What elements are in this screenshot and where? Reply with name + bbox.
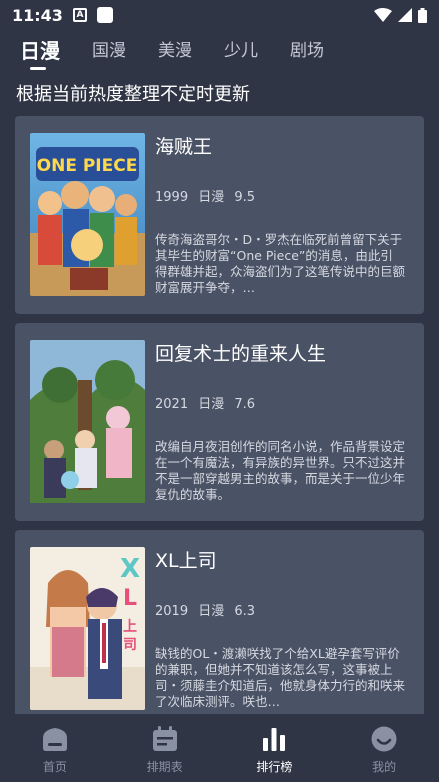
wifi-icon [374,8,392,22]
svg-text:上: 上 [123,619,137,635]
anime-description: 缺钱的OL・渡濑咲找了个给XL避孕套写评价的兼职，但她并不知道该怎么写，这事被上… [155,646,405,709]
anime-poster: ONE PIECE [30,133,145,296]
svg-text:司: 司 [123,637,137,653]
status-time: 11:43 [12,5,63,25]
anime-description: 传奇海盗哥尔・D・罗杰在临死前曾留下关于其毕生的财富“One Piece”的消息… [155,232,405,295]
ranking-list: ONE PIECE 海贼王 1999 日漫 9.5 传奇海盗哥尔・D・罗杰在临死… [15,116,424,714]
anime-region: 日漫 [198,190,225,205]
nav-schedule[interactable]: 排期表 [110,714,220,782]
status-bar: 11:43 A [0,0,439,30]
ranking-icon [263,728,286,751]
category-tabs: 日漫 国漫 美漫 少儿 剧场 [0,36,439,76]
svg-text:X: X [120,554,140,584]
anime-poster [30,340,145,503]
notification-a-icon: A [72,8,87,22]
nav-schedule-label: 排期表 [146,760,183,774]
profile-icon [371,726,397,752]
poster-logo: ONE PIECE [37,156,138,176]
signal-icon [398,8,412,22]
anime-title: 回复术士的重来人生 [155,343,327,365]
anime-year: 2021 [155,397,189,412]
calendar-icon [152,726,177,751]
anime-score: 6.3 [234,604,256,619]
anime-title: 海贼王 [155,136,213,158]
anime-card[interactable]: X L 上 司 XL上司 2019 日漫 6.3 缺钱的OL・渡濑咲找了个给XL… [15,530,424,714]
anime-poster: X L 上 司 [30,547,145,710]
nav-home[interactable]: 首页 [0,714,110,782]
poster-image: X L 上 司 [30,547,145,710]
tab-theater[interactable]: 剧场 [290,36,324,72]
nav-home-label: 首页 [42,760,67,774]
nav-ranking-label: 排行榜 [256,760,293,774]
anime-card[interactable]: 回复术士的重来人生 2021 日漫 7.6 改编自月夜泪创作的同名小说，作品背景… [15,323,424,521]
anime-year: 1999 [155,190,189,205]
anime-meta: 1999 日漫 9.5 [155,186,255,205]
poster-image [30,340,145,503]
anime-year: 2019 [155,604,189,619]
anime-region: 日漫 [198,604,225,619]
anime-meta: 2019 日漫 6.3 [155,600,255,619]
anime-meta: 2021 日漫 7.6 [155,393,255,412]
battery-icon [418,7,427,23]
tab-japanese-anime[interactable]: 日漫 [20,36,60,72]
anime-score: 9.5 [234,190,256,205]
status-indicators [374,7,427,23]
anime-card[interactable]: ONE PIECE 海贼王 1999 日漫 9.5 传奇海盗哥尔・D・罗杰在临死… [15,116,424,314]
poster-image: ONE PIECE [30,133,145,296]
tab-kids[interactable]: 少儿 [224,36,258,72]
anime-score: 7.6 [234,397,256,412]
anime-title: XL上司 [155,550,217,572]
app-root: 11:43 A 日漫 国漫 美漫 少儿 剧场 根据当前热度整理不定时更新 ONE… [0,0,439,782]
nav-profile[interactable]: 我的 [329,714,439,782]
bottom-navigation: 首页 排期表 排行榜 我的 [0,714,439,782]
anime-region: 日漫 [198,397,225,412]
tab-chinese-anime[interactable]: 国漫 [92,36,126,72]
nav-ranking[interactable]: 排行榜 [220,714,330,782]
page-subtitle: 根据当前热度整理不定时更新 [16,84,250,105]
tab-american-anime[interactable]: 美漫 [158,36,192,72]
svg-text:L: L [123,586,137,611]
home-icon [42,728,67,751]
notification-icon [96,7,113,23]
anime-description: 改编自月夜泪创作的同名小说，作品背景设定在一个有魔法，有异族的异世界。只不过这并… [155,439,405,502]
nav-profile-label: 我的 [372,760,397,774]
